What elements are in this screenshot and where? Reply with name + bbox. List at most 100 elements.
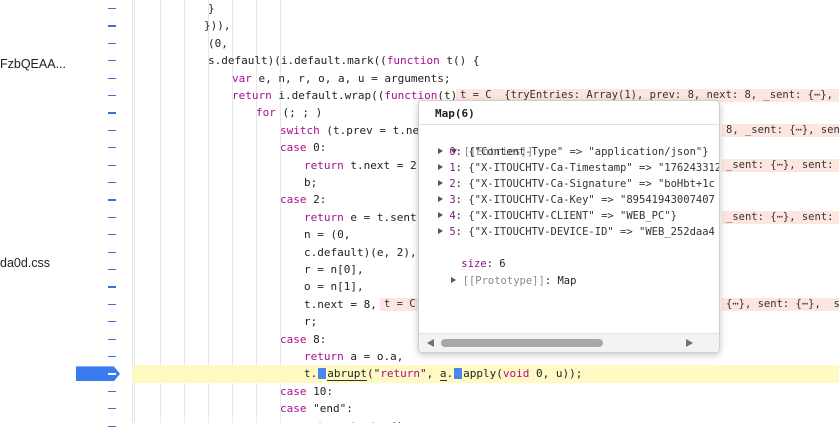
scrollbar-thumb[interactable] — [441, 339, 603, 347]
variable-popover[interactable]: Map(6) [[Entries]] 0: {"Content-Type" =>… — [418, 100, 720, 353]
inline-value: _sent: {⋯}, sent: { — [722, 210, 839, 224]
line-dash — [108, 77, 116, 79]
map-entry[interactable]: 1: {"X-ITOUCHTV-Ca-Timestamp" => "176243… — [419, 160, 719, 176]
entry-value: {"X-ITOUCHTV-DEVICE-ID" => "WEB_252daa4 — [468, 226, 715, 238]
line-marker[interactable] — [75, 174, 132, 191]
file-item[interactable]: FzbQEAA... — [0, 57, 66, 71]
line-marker[interactable] — [75, 139, 132, 156]
code-line[interactable]: case 10: — [132, 383, 839, 400]
line-marker[interactable] — [75, 313, 132, 330]
line-dash — [108, 269, 116, 271]
code-line[interactable]: s.default)(i.default.mark((function t() … — [132, 52, 839, 69]
collapsed-arrow-icon[interactable] — [451, 277, 457, 283]
code-text: r = n[0], — [304, 263, 364, 276]
code-text: case 8: — [280, 332, 327, 346]
map-entry[interactable]: 3: {"X-ITOUCHTV-Ca-Key" => "895419430074… — [419, 192, 719, 208]
popover-divider — [419, 124, 719, 125]
line-marker[interactable] — [75, 400, 132, 417]
entry-value: {"X-ITOUCHTV-Ca-Signature" => "boHbt+1c — [468, 178, 715, 190]
file-item[interactable]: da0d.css — [0, 256, 50, 270]
line-marker[interactable] — [75, 209, 132, 226]
line-dash — [108, 251, 116, 253]
line-dash — [108, 25, 116, 27]
map-entry[interactable]: 2: {"X-ITOUCHTV-Ca-Signature" => "boHbt+… — [419, 176, 719, 192]
inline-value: t = C — [380, 297, 420, 311]
line-marker[interactable] — [75, 278, 132, 295]
line-dash — [108, 425, 116, 427]
line-marker[interactable] — [75, 104, 132, 121]
line-dash — [108, 182, 116, 184]
line-marker[interactable] — [75, 331, 132, 348]
line-dash — [108, 60, 116, 62]
map-entry[interactable]: 5: {"X-ITOUCHTV-DEVICE-ID" => "WEB_252da… — [419, 224, 719, 240]
entry-value: {"X-ITOUCHTV-Ca-Timestamp" => "176243312 — [468, 162, 720, 174]
code-text: (0, — [208, 36, 228, 50]
code-text: })), — [204, 19, 231, 33]
line-dash — [108, 8, 116, 10]
line-marker[interactable] — [75, 17, 132, 34]
code-line[interactable]: } — [132, 0, 839, 17]
line-dash — [108, 338, 116, 340]
entry-value: {"X-ITOUCHTV-CLIENT" => "WEB_PC"} — [468, 210, 677, 222]
code-line[interactable]: })), — [132, 17, 839, 34]
code-text: return t.stop() — [304, 418, 403, 423]
line-dash — [108, 129, 116, 132]
line-marker[interactable] — [75, 365, 132, 382]
line-marker[interactable] — [75, 52, 132, 69]
entry-value: {"X-ITOUCHTV-Ca-Key" => "89541943007407 — [468, 194, 715, 206]
line-marker[interactable] — [75, 226, 132, 243]
line-dash — [108, 390, 116, 393]
map-entry[interactable]: 4: {"X-ITOUCHTV-CLIENT" => "WEB_PC"} — [419, 208, 719, 224]
map-entry[interactable]: 0: {"Content-Type" => "application/json"… — [419, 144, 719, 160]
collapsed-arrow-icon[interactable] — [438, 180, 443, 186]
line-marker[interactable] — [75, 122, 132, 139]
line-marker[interactable] — [75, 418, 132, 435]
prototype-label: [[Prototype]] — [462, 275, 545, 287]
prototype-row[interactable]: [[Prototype]]: Map — [419, 257, 719, 287]
line-marker[interactable] — [75, 0, 132, 17]
inline-value: {⋯}, sent: {⋯}, se — [722, 297, 839, 311]
code-text: b; — [304, 176, 318, 189]
code-line[interactable]: return t.stop() — [132, 418, 839, 423]
code-text: s.default)(i.default.mark((function t() … — [208, 54, 480, 68]
line-marker[interactable] — [75, 35, 132, 52]
collapsed-arrow-icon[interactable] — [438, 228, 443, 234]
entries-group[interactable]: [[Entries]] — [419, 128, 719, 158]
line-dash — [108, 199, 116, 201]
line-marker[interactable] — [75, 348, 132, 365]
code-line[interactable]: case "end": — [132, 400, 839, 417]
collapsed-arrow-icon[interactable] — [438, 196, 443, 202]
code-text: case 0: — [280, 141, 327, 155]
scroll-right-icon[interactable] — [686, 339, 693, 347]
collapsed-arrow-icon[interactable] — [438, 164, 443, 170]
horizontal-scrollbar[interactable] — [419, 333, 719, 352]
collapsed-arrow-icon[interactable] — [438, 212, 443, 218]
scroll-left-icon[interactable] — [427, 339, 434, 347]
line-dash — [108, 303, 116, 306]
current-execution-line[interactable]: t. abrupt("return", a. apply(void 0, u)); — [132, 365, 839, 383]
line-marker[interactable] — [75, 296, 132, 313]
prototype-value: Map — [557, 275, 577, 287]
line-marker[interactable] — [75, 244, 132, 261]
line-dash — [108, 408, 116, 410]
line-marker[interactable] — [75, 87, 132, 104]
step-marker-icon — [454, 368, 463, 380]
code-line[interactable]: (0, — [132, 35, 839, 52]
code-line[interactable]: var e, n, r, o, a, u = arguments; — [132, 70, 839, 87]
code-text: return e = t.sent, — [304, 210, 424, 224]
code-text: c.default)(e, 2), — [304, 245, 417, 259]
code-text: return a = o.a, — [304, 350, 404, 363]
collapsed-arrow-icon[interactable] — [438, 148, 443, 154]
file-list-panel: FzbQEAA... da0d.css — [0, 0, 75, 423]
line-marker[interactable] — [75, 70, 132, 87]
line-dash — [108, 95, 116, 97]
line-marker[interactable] — [75, 383, 132, 400]
line-marker[interactable] — [75, 261, 132, 278]
line-marker[interactable] — [75, 157, 132, 174]
line-dash — [108, 373, 116, 375]
line-dash — [108, 112, 116, 114]
size-row: size: 6 — [461, 258, 506, 270]
step-marker-icon — [318, 368, 327, 380]
line-marker[interactable] — [75, 191, 132, 208]
code-text: t. abrupt("return", a. apply(void 0, u)); — [304, 367, 583, 382]
